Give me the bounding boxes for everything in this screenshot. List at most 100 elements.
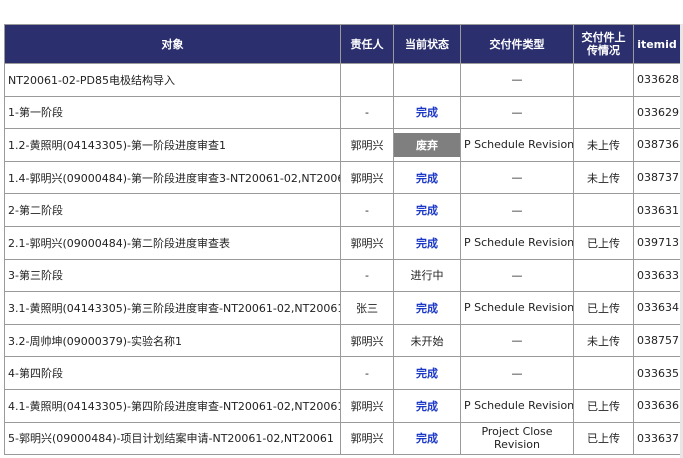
cell-status: 未开始 [393,323,461,358]
cell-object: 2.1-郭明兴(09000484)-第二阶段进度审查表 [4,225,341,260]
cell-status: 完成 [393,356,461,390]
table-row[interactable]: 3.1-黄照明(04143305)-第三阶段进度审查-NT20061-02,NT… [4,291,681,325]
cell-itemid: 033636 [633,388,681,423]
cell-status: 废弃 [393,128,461,162]
cell-object: 3.1-黄照明(04143305)-第三阶段进度审查-NT20061-02,NT… [4,291,341,325]
table-row[interactable]: 3-第三阶段 - 进行中 — 033633 [4,258,681,293]
cell-object: 2-第二阶段 [4,193,341,227]
cell-deliverable-type: — [460,258,574,293]
cell-upload-status [573,258,634,293]
table-row[interactable]: 5-郭明兴(09000484)-项目计划结案申请-NT20061-02,NT20… [4,421,681,456]
cell-upload-status: 未上传 [573,323,634,358]
cell-status: 完成 [393,95,461,130]
cell-owner: - [340,193,394,227]
cell-upload-status: 未上传 [573,160,634,195]
col-header-owner[interactable]: 责任人 [340,24,394,64]
cell-itemid: 033637 [633,421,681,456]
cell-deliverable-type: — [460,95,574,130]
cell-itemid: 033634 [633,291,681,325]
cell-itemid: 039713 [633,225,681,260]
cell-owner: - [340,258,394,293]
cell-deliverable-type: P Schedule Revision [460,388,574,423]
cell-itemid: 038757 [633,323,681,358]
cell-upload-status [573,193,634,227]
cell-owner: - [340,95,394,130]
cell-upload-status [573,95,634,130]
deliverables-table: 对象 责任人 当前状态 交付件类型 交付件上传情况 itemid NT20061… [4,24,681,456]
cell-deliverable-type: — [460,63,574,97]
cell-owner: 郭明兴 [340,225,394,260]
cell-object: NT20061-02-PD85电极结构导入 [4,63,341,97]
cell-itemid: 038736 [633,128,681,162]
cell-object: 1.4-郭明兴(09000484)-第一阶段进度审查3-NT20061-02,N… [4,160,341,195]
cell-deliverable-type: — [460,356,574,390]
status-text: 完成 [416,204,438,218]
cell-object: 1-第一阶段 [4,95,341,130]
col-header-deliverable-type[interactable]: 交付件类型 [460,24,574,64]
cell-status: 完成 [393,388,461,423]
status-text: 完成 [416,432,438,446]
status-text: 完成 [416,367,438,381]
table-row[interactable]: 1-第一阶段 - 完成 — 033629 [4,95,681,130]
cell-itemid: 038737 [633,160,681,195]
col-header-object[interactable]: 对象 [4,24,341,64]
cell-itemid: 033635 [633,356,681,390]
status-text: 完成 [416,399,438,413]
cell-owner: 郭明兴 [340,421,394,456]
cell-upload-status: 已上传 [573,388,634,423]
status-text: 进行中 [410,269,444,283]
cell-upload-status: 已上传 [573,421,634,456]
cell-owner: 郭明兴 [340,160,394,195]
table-row[interactable]: 3.2-周帅坤(09000379)-实验名称1 郭明兴 未开始 — 未上传 038757 [4,323,681,358]
cell-deliverable-type: — [460,193,574,227]
cell-object: 1.2-黄照明(04143305)-第一阶段进度审查1 [4,128,341,162]
cell-status: 完成 [393,193,461,227]
cell-status [393,63,461,97]
cell-deliverable-type: — [460,160,574,195]
cell-upload-status: 已上传 [573,225,634,260]
table-row[interactable]: NT20061-02-PD85电极结构导入 — 033628 [4,63,681,97]
cell-object: 4-第四阶段 [4,356,341,390]
table-row[interactable]: 1.2-黄照明(04143305)-第一阶段进度审查1 郭明兴 废弃 P Schedu… [4,128,681,162]
cell-deliverable-type: Project Close Revision [460,421,574,456]
cell-status: 进行中 [393,258,461,293]
cell-itemid: 033628 [633,63,681,97]
cell-object: 3-第三阶段 [4,258,341,293]
table-row[interactable]: 1.4-郭明兴(09000484)-第一阶段进度审查3-NT20061-02,N… [4,160,681,195]
table-row[interactable]: 4.1-黄照明(04143305)-第四阶段进度审查-NT20061-02,NT… [4,388,681,423]
col-header-status[interactable]: 当前状态 [393,24,461,64]
cell-owner [340,63,394,97]
cell-owner: 郭明兴 [340,323,394,358]
col-header-itemid[interactable]: itemid [633,24,681,64]
cell-upload-status [573,356,634,390]
table-row[interactable]: 2.1-郭明兴(09000484)-第二阶段进度审查表 郭明兴 完成 P Schedu… [4,225,681,260]
cell-status: 完成 [393,421,461,456]
cell-itemid: 033633 [633,258,681,293]
status-text: 完成 [416,301,438,315]
cell-status: 完成 [393,225,461,260]
cell-status: 完成 [393,291,461,325]
cell-object: 3.2-周帅坤(09000379)-实验名称1 [4,323,341,358]
status-text: 完成 [416,171,438,185]
cell-itemid: 033629 [633,95,681,130]
top-strip [0,0,683,24]
cell-upload-status: 已上传 [573,291,634,325]
table-row[interactable]: 4-第四阶段 - 完成 — 033635 [4,356,681,390]
cell-upload-status: 未上传 [573,128,634,162]
cell-owner: 郭明兴 [340,128,394,162]
status-text: 完成 [416,236,438,250]
table-row[interactable]: 2-第二阶段 - 完成 — 033631 [4,193,681,227]
status-text: 未开始 [410,334,444,348]
cell-itemid: 033631 [633,193,681,227]
status-text: 完成 [416,106,438,120]
cell-upload-status [573,63,634,97]
cell-status: 完成 [393,160,461,195]
cell-owner: 郭明兴 [340,388,394,423]
cell-object: 5-郭明兴(09000484)-项目计划结案申请-NT20061-02,NT20… [4,421,341,456]
cell-deliverable-type: P Schedule Revision [460,128,574,162]
cell-deliverable-type: — [460,323,574,358]
cell-owner: - [340,356,394,390]
col-header-upload-status[interactable]: 交付件上传情况 [573,24,634,64]
cell-owner: 张三 [340,291,394,325]
cell-object: 4.1-黄照明(04143305)-第四阶段进度审查-NT20061-02,NT… [4,388,341,423]
